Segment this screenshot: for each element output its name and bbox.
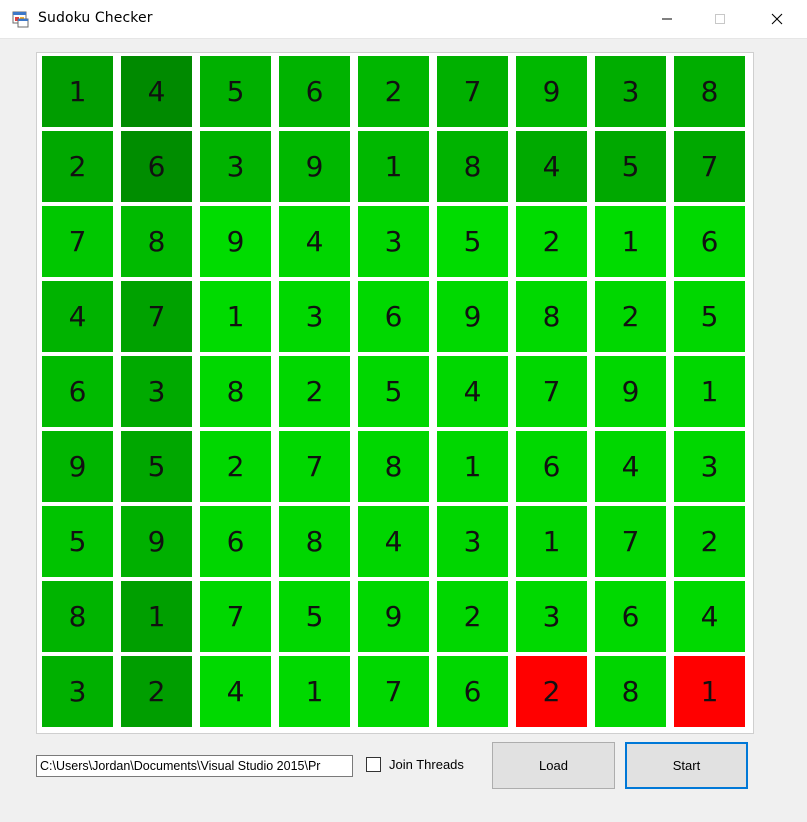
- title-bar: Sudoku Checker: [0, 0, 807, 39]
- grid-cell: 2: [121, 656, 192, 727]
- grid-cell: 3: [200, 131, 271, 202]
- grid-cell: 5: [595, 131, 666, 202]
- grid-cell: 1: [200, 281, 271, 352]
- grid-cell: 7: [121, 281, 192, 352]
- grid-cell: 4: [200, 656, 271, 727]
- grid-cell: 8: [42, 581, 113, 652]
- grid-cell: 8: [358, 431, 429, 502]
- maximize-button[interactable]: [697, 0, 743, 38]
- grid-cell: 7: [200, 581, 271, 652]
- grid-cell: 4: [358, 506, 429, 577]
- grid-cell: 7: [358, 656, 429, 727]
- grid-cell: 6: [42, 356, 113, 427]
- minimize-button[interactable]: [644, 0, 690, 38]
- grid-cell: 2: [516, 656, 587, 727]
- grid-cell: 6: [516, 431, 587, 502]
- grid-cell: 1: [674, 656, 745, 727]
- file-path-input[interactable]: C:\Users\Jordan\Documents\Visual Studio …: [36, 755, 353, 777]
- grid-cell: 7: [674, 131, 745, 202]
- grid-cell: 5: [358, 356, 429, 427]
- grid-cell: 7: [516, 356, 587, 427]
- minimize-icon: [661, 10, 673, 29]
- grid-cell: 7: [279, 431, 350, 502]
- grid-cell: 2: [358, 56, 429, 127]
- grid-cell: 4: [279, 206, 350, 277]
- join-threads-label[interactable]: Join Threads: [389, 757, 464, 772]
- grid-cell: 2: [279, 356, 350, 427]
- grid-cell: 4: [121, 56, 192, 127]
- close-icon: [771, 10, 783, 29]
- grid-cell: 4: [42, 281, 113, 352]
- grid-cell: 1: [516, 506, 587, 577]
- app-icon: [12, 10, 30, 28]
- grid-cell: 7: [42, 206, 113, 277]
- grid-cell: 6: [279, 56, 350, 127]
- grid-cell: 3: [42, 656, 113, 727]
- grid-cell: 9: [516, 56, 587, 127]
- grid-cell: 3: [595, 56, 666, 127]
- grid-cell: 1: [674, 356, 745, 427]
- grid-cell: 5: [279, 581, 350, 652]
- start-button[interactable]: Start: [625, 742, 748, 789]
- grid-cell: 4: [674, 581, 745, 652]
- grid-cell: 9: [437, 281, 508, 352]
- grid-cell: 8: [595, 656, 666, 727]
- grid-cell: 9: [42, 431, 113, 502]
- close-button[interactable]: [754, 0, 800, 38]
- grid-cell: 8: [279, 506, 350, 577]
- grid-cell: 8: [437, 131, 508, 202]
- grid-cell: 5: [674, 281, 745, 352]
- sudoku-grid: 1456279382639184577894352164713698256382…: [36, 52, 754, 734]
- grid-cell: 1: [595, 206, 666, 277]
- grid-cell: 4: [437, 356, 508, 427]
- grid-cell: 8: [121, 206, 192, 277]
- grid-cell: 3: [121, 356, 192, 427]
- grid-cell: 7: [595, 506, 666, 577]
- grid-cell: 4: [595, 431, 666, 502]
- grid-cell: 3: [279, 281, 350, 352]
- load-button[interactable]: Load: [492, 742, 615, 789]
- grid-cell: 1: [121, 581, 192, 652]
- grid-cell: 1: [279, 656, 350, 727]
- grid-cell: 6: [437, 656, 508, 727]
- grid-cell: 3: [437, 506, 508, 577]
- grid-cell: 5: [121, 431, 192, 502]
- grid-cell: 5: [200, 56, 271, 127]
- join-threads-checkbox-group[interactable]: Join Threads: [366, 757, 464, 772]
- grid-cell: 3: [358, 206, 429, 277]
- grid-cell: 6: [200, 506, 271, 577]
- grid-cell: 6: [358, 281, 429, 352]
- grid-cell: 2: [674, 506, 745, 577]
- grid-cell: 1: [42, 56, 113, 127]
- grid-cell: 9: [595, 356, 666, 427]
- grid-cell: 1: [358, 131, 429, 202]
- join-threads-checkbox[interactable]: [366, 757, 381, 772]
- grid-cell: 6: [595, 581, 666, 652]
- grid-cell: 1: [437, 431, 508, 502]
- grid-cell: 9: [279, 131, 350, 202]
- window-title: Sudoku Checker: [38, 10, 153, 26]
- grid-cell: 9: [200, 206, 271, 277]
- grid-cell: 2: [595, 281, 666, 352]
- grid-cell: 6: [674, 206, 745, 277]
- grid-cell: 7: [437, 56, 508, 127]
- grid-cell: 2: [200, 431, 271, 502]
- grid-cell: 3: [516, 581, 587, 652]
- grid-cell: 2: [42, 131, 113, 202]
- grid-cell: 9: [358, 581, 429, 652]
- grid-cell: 3: [674, 431, 745, 502]
- grid-cell: 4: [516, 131, 587, 202]
- grid-cell: 5: [42, 506, 113, 577]
- grid-cell: 2: [516, 206, 587, 277]
- grid-cell: 8: [516, 281, 587, 352]
- grid-cell: 6: [121, 131, 192, 202]
- grid-cell: 5: [437, 206, 508, 277]
- grid-cell: 9: [121, 506, 192, 577]
- maximize-icon: [714, 10, 726, 29]
- grid-cell: 8: [200, 356, 271, 427]
- grid-cell: 2: [437, 581, 508, 652]
- grid-cell: 8: [674, 56, 745, 127]
